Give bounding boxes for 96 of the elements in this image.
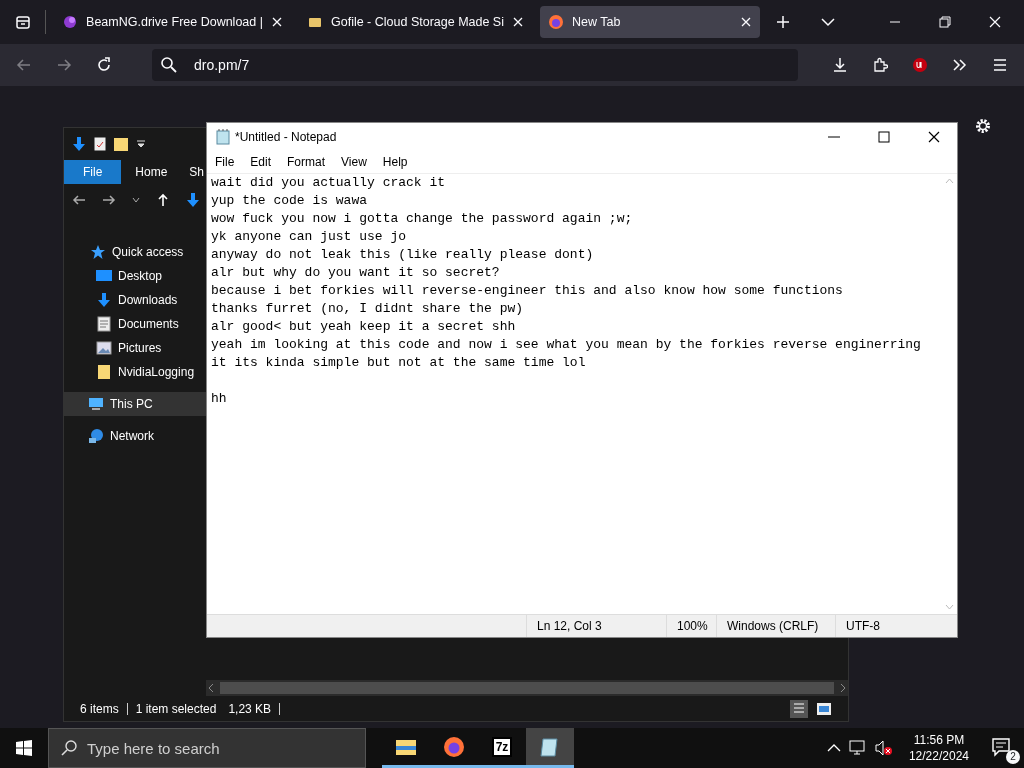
status-text: UTF-8 bbox=[835, 615, 957, 637]
tab-title: New Tab bbox=[572, 13, 622, 31]
muted-speaker-icon[interactable] bbox=[874, 740, 893, 756]
windows-logo-icon bbox=[16, 740, 32, 756]
picture-icon bbox=[96, 340, 112, 356]
clock-date: 12/22/2024 bbox=[908, 748, 969, 764]
monitor-icon bbox=[96, 268, 112, 284]
notepad-icon bbox=[215, 129, 231, 145]
close-icon[interactable] bbox=[740, 16, 752, 28]
nav-item[interactable]: Documents bbox=[64, 312, 206, 336]
status-text: 6 items bbox=[80, 700, 119, 718]
chevron-up-icon bbox=[945, 178, 954, 184]
network-icon bbox=[88, 428, 104, 444]
nav-item[interactable]: Quick access bbox=[64, 240, 206, 264]
folder-icon[interactable] bbox=[114, 137, 128, 151]
download-arrow-icon bbox=[96, 292, 112, 308]
scrollbar-thumb[interactable] bbox=[220, 682, 834, 694]
close-icon[interactable] bbox=[512, 16, 524, 28]
dropdown-icon[interactable] bbox=[136, 139, 146, 149]
minimize-icon bbox=[828, 136, 840, 138]
browser-tab[interactable]: New Tab bbox=[540, 6, 760, 38]
folder-icon bbox=[96, 364, 112, 380]
document-icon bbox=[96, 316, 112, 332]
ribbon-tab[interactable]: Sh bbox=[181, 160, 205, 184]
forward-arrow-icon[interactable] bbox=[102, 193, 116, 207]
status-text: 1,23 KB bbox=[228, 700, 272, 718]
chevron-down-icon bbox=[820, 15, 835, 29]
tab-title: Gofile - Cloud Storage Made Si bbox=[331, 13, 504, 31]
chat-bubble-icon bbox=[991, 737, 1011, 758]
reload-icon bbox=[96, 57, 112, 73]
details-view-icon[interactable] bbox=[790, 699, 808, 718]
chevron-right-icon bbox=[838, 683, 848, 693]
minimize-icon bbox=[890, 21, 901, 23]
download-icon bbox=[832, 57, 848, 73]
taskbar-app-button[interactable] bbox=[526, 728, 574, 768]
browser-tab[interactable]: Gofile - Cloud Storage Made Si bbox=[299, 6, 532, 38]
back-arrow-icon bbox=[16, 57, 32, 73]
chevron-up-icon[interactable] bbox=[826, 743, 841, 753]
search-icon bbox=[160, 56, 178, 74]
monitor-icon bbox=[88, 396, 104, 412]
browser-tab[interactable]: BeamNG.drive Free Download | bbox=[54, 6, 291, 38]
tab-title: BeamNG.drive Free Download | bbox=[86, 13, 263, 31]
search-icon bbox=[60, 739, 78, 757]
clock-time: 11:56 PM bbox=[913, 732, 965, 748]
puzzle-icon bbox=[872, 57, 888, 73]
nav-item[interactable]: Desktop bbox=[64, 264, 206, 288]
nav-item[interactable]: Pictures bbox=[64, 336, 206, 360]
menu-item[interactable]: Help bbox=[382, 153, 408, 171]
ribbon-tab[interactable]: File bbox=[64, 160, 122, 184]
nav-item[interactable]: NvidiaLogging bbox=[64, 360, 206, 384]
nav-item[interactable]: Downloads bbox=[64, 288, 206, 312]
forward-arrow-icon bbox=[56, 57, 72, 73]
horizontal-scrollbar[interactable] bbox=[206, 680, 848, 696]
status-text: Windows (CRLF) bbox=[716, 615, 835, 637]
status-text: 100% bbox=[666, 615, 716, 637]
thumbnail-view-icon[interactable] bbox=[816, 701, 832, 716]
text-area[interactable]: wait did you actually crack it yup the code is wawa wow fuck you now i gotta change the password again ;w; yk anyone can just use jo anyway do not leak this (like really please dont) alr but why do you want it so secret? because i bet forkies will reverse-engineer this and also know how some functions thanks furret (no, I didnt share the pw) alr good< but yeah keep it a secret shh yeah im looking at this code and now i see what you mean by the forkies reverse enginerring it its kinda simple but not at the same time lol hh bbox=[207, 174, 942, 614]
window-title: *Untitled - Notepad bbox=[235, 129, 338, 146]
notepad-icon bbox=[539, 735, 561, 758]
menu-icon bbox=[992, 57, 1008, 73]
network-icon[interactable] bbox=[848, 740, 867, 756]
maximize-icon bbox=[877, 130, 891, 144]
menu-item[interactable]: File bbox=[215, 153, 235, 171]
menu-item[interactable]: Format bbox=[287, 153, 326, 171]
close-icon[interactable] bbox=[271, 16, 283, 28]
chevron-down-icon[interactable] bbox=[132, 196, 140, 204]
download-arrow-icon[interactable] bbox=[72, 136, 86, 152]
nav-item[interactable]: This PC bbox=[64, 392, 206, 416]
fox-logo-icon bbox=[443, 735, 465, 758]
restore-icon bbox=[938, 15, 953, 29]
nav-item[interactable]: Network bbox=[64, 424, 206, 448]
double-chevron-icon bbox=[952, 57, 968, 73]
plus-icon bbox=[775, 15, 790, 29]
tray-icon bbox=[14, 14, 31, 30]
star-icon bbox=[90, 244, 106, 260]
status-text: Ln 12, Col 3 bbox=[526, 615, 666, 637]
notification-count: 2 bbox=[1006, 749, 1020, 764]
taskbar-search-field[interactable]: Type here to search bbox=[48, 728, 366, 768]
clock[interactable]: 11:56 PM 12/22/2024 bbox=[908, 732, 969, 764]
up-arrow-icon[interactable] bbox=[156, 193, 170, 207]
chevron-down-icon bbox=[945, 604, 954, 610]
back-arrow-icon[interactable] bbox=[72, 193, 86, 207]
address-bar[interactable]: dro.pm/7 bbox=[152, 49, 798, 81]
sphere-icon bbox=[62, 14, 79, 30]
close-icon bbox=[988, 15, 1003, 29]
checklist-icon[interactable] bbox=[94, 137, 106, 151]
settings-icon[interactable] bbox=[974, 117, 992, 135]
download-arrow-icon[interactable] bbox=[186, 192, 200, 208]
status-text: 1 item selected bbox=[135, 700, 217, 718]
menu-item[interactable]: Edit bbox=[250, 153, 272, 171]
fox-logo-icon bbox=[548, 14, 564, 30]
close-icon bbox=[927, 130, 941, 144]
ribbon-tab[interactable]: Home bbox=[121, 160, 182, 184]
menu-item[interactable]: View bbox=[341, 153, 367, 171]
chevron-left-icon bbox=[206, 683, 216, 693]
notification-button[interactable]: 2 bbox=[989, 732, 1020, 764]
